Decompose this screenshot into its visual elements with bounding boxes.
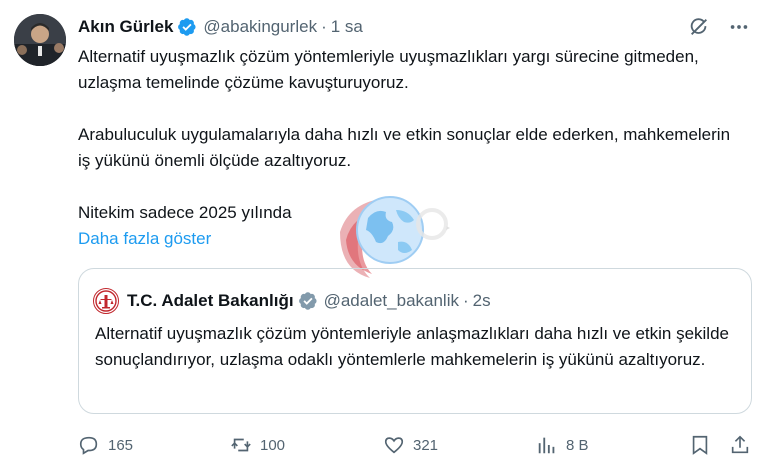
quoted-author-handle[interactable]: @adalet_bakanlik [324,291,459,311]
post-time[interactable]: 1 sa [331,17,363,37]
bookmark-button[interactable] [689,430,711,460]
more-icon[interactable] [726,14,752,40]
views-icon [538,437,555,454]
share-icon [731,435,749,454]
views-count: 8 B [566,436,589,454]
author-avatar[interactable] [14,14,66,66]
quoted-author-name[interactable]: T.C. Adalet Bakanlığı [127,291,294,311]
quoted-post-text: Alternatif uyuşmazlık çözüm yöntemleriyl… [95,324,729,369]
verified-badge-icon [177,17,197,37]
post-action-bar: 165 100 321 8 B [0,430,770,460]
bookmark-icon [692,435,708,455]
like-icon [384,437,404,454]
repost-button[interactable]: 100 [230,430,285,460]
author-handle[interactable]: @abakingurlek [203,17,317,37]
meta-separator: · [462,291,469,310]
quoted-post[interactable]: T.C. Adalet Bakanlığı @adalet_bakanlik ·… [78,268,752,414]
meta-separator: · [321,17,327,36]
show-more-link[interactable]: Daha fazla göster [78,226,211,252]
reply-button[interactable]: 165 [78,430,133,460]
share-button[interactable] [729,430,751,460]
reply-icon [79,436,98,455]
avatar-photo [14,14,66,66]
post-paragraph: Arabuluculuk uygulamalarıyla daha hızlı … [78,125,731,170]
reply-count: 165 [108,436,134,454]
quoted-author-avatar[interactable] [93,288,119,314]
watermark-logo [300,180,460,280]
post-top-actions [686,14,752,40]
verified-badge-icon [298,291,318,311]
like-count: 321 [413,436,439,454]
like-button[interactable]: 321 [383,430,438,460]
quoted-post-time[interactable]: 2s [473,291,491,311]
views-button[interactable]: 8 B [536,430,589,460]
repost-count: 100 [260,436,286,454]
repost-icon [231,438,251,452]
post-paragraph: Alternatif uyuşmazlık çözüm yöntemleriyl… [78,47,699,92]
quoted-post-header: T.C. Adalet Bakanlığı @adalet_bakanlik ·… [93,287,491,315]
author-name[interactable]: Akın Gürlek [78,17,173,37]
grok-icon[interactable] [686,14,712,40]
post-header: Akın Gürlek @abakingurlek · 1 sa [78,14,363,40]
